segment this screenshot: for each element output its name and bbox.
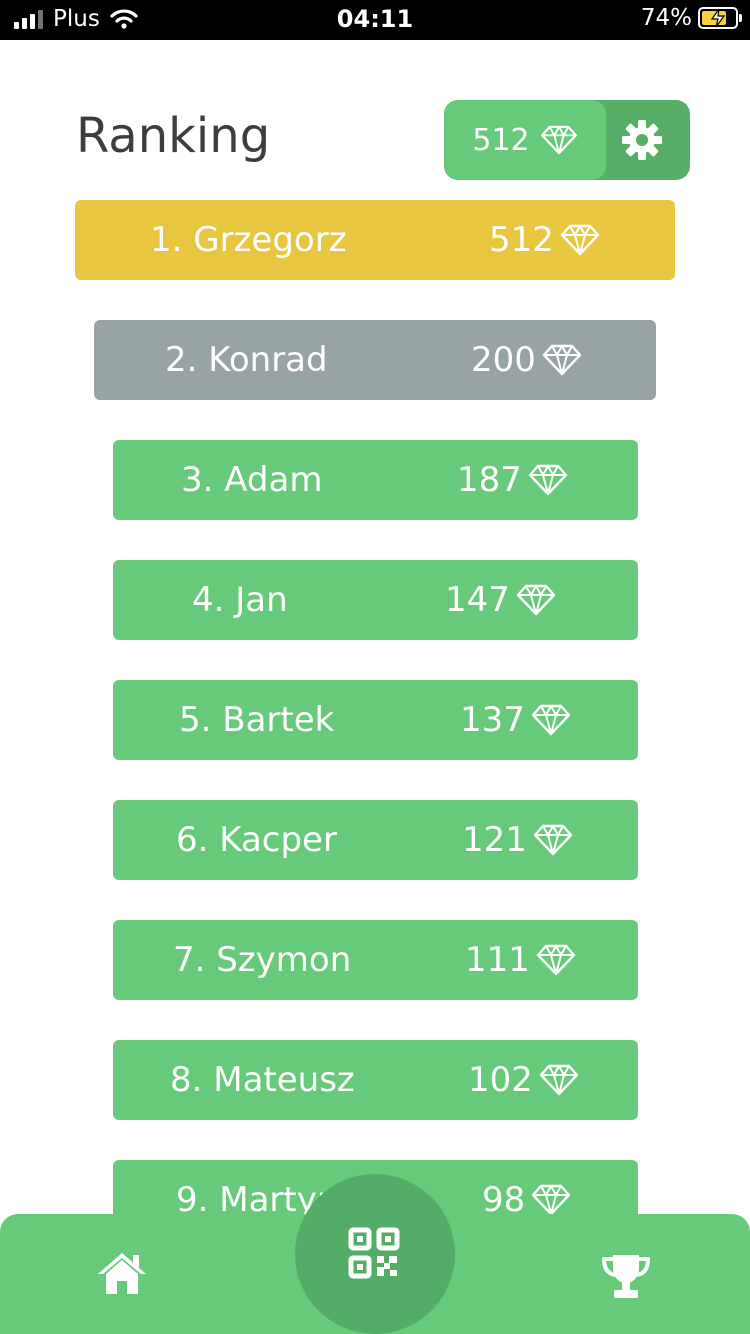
- status-bar: Plus 04:11 74%: [0, 0, 750, 40]
- diamond-icon: [540, 125, 577, 155]
- rank-row-4[interactable]: 4. Jan 147: [113, 560, 638, 640]
- rank-name: 2. Konrad: [165, 340, 328, 380]
- rank-name: 8. Mateusz: [170, 1060, 355, 1100]
- rank-row-5[interactable]: 5. Bartek 137: [113, 680, 638, 760]
- rank-score: 187: [457, 460, 522, 500]
- rank-name: 3. Adam: [181, 460, 323, 500]
- rank-score: 200: [471, 340, 536, 380]
- balance-badge[interactable]: 512: [444, 100, 606, 180]
- rank-score: 111: [465, 940, 530, 980]
- rank-row-1[interactable]: 1. Grzegorz 512: [75, 200, 675, 280]
- diamond-icon: [532, 1184, 571, 1216]
- diamond-icon: [539, 1064, 579, 1096]
- diamond-icon: [542, 344, 582, 376]
- balance-value: 512: [472, 122, 530, 158]
- qr-code-icon[interactable]: [348, 1227, 400, 1279]
- rank-row-3[interactable]: 3. Adam 187: [113, 440, 638, 520]
- rank-name: 1. Grzegorz: [150, 220, 347, 260]
- rank-name: 4. Jan: [192, 580, 288, 620]
- status-time: 04:11: [336, 5, 414, 33]
- diamond-icon: [528, 464, 568, 496]
- battery-percent: 74%: [640, 5, 692, 31]
- rank-row-8[interactable]: 8. Mateusz 102: [113, 1040, 638, 1120]
- rank-score: 102: [468, 1060, 533, 1100]
- diamond-icon: [516, 584, 556, 616]
- rank-row-6[interactable]: 6. Kacper 121: [113, 800, 638, 880]
- page-title: Ranking: [76, 108, 271, 164]
- gear-icon[interactable]: [620, 118, 664, 162]
- diamond-icon: [533, 824, 573, 856]
- rank-row-7[interactable]: 7. Szymon 111: [113, 920, 638, 1000]
- rank-score: 121: [462, 820, 527, 860]
- balance-settings-pill: 512: [444, 100, 690, 180]
- rank-score: 512: [489, 220, 554, 260]
- rank-name: 6. Kacper: [176, 820, 337, 860]
- rank-row-2[interactable]: 2. Konrad 200: [94, 320, 656, 400]
- rank-name: 5. Bartek: [179, 700, 335, 740]
- home-icon[interactable]: [96, 1250, 148, 1296]
- rank-score: 137: [460, 700, 525, 740]
- rank-score: 147: [445, 580, 510, 620]
- trophy-icon[interactable]: [600, 1252, 652, 1300]
- battery-icon: [698, 7, 742, 29]
- rank-name: 7. Szymon: [173, 940, 352, 980]
- diamond-icon: [560, 224, 600, 256]
- diamond-icon: [536, 944, 576, 976]
- diamond-icon: [531, 704, 571, 736]
